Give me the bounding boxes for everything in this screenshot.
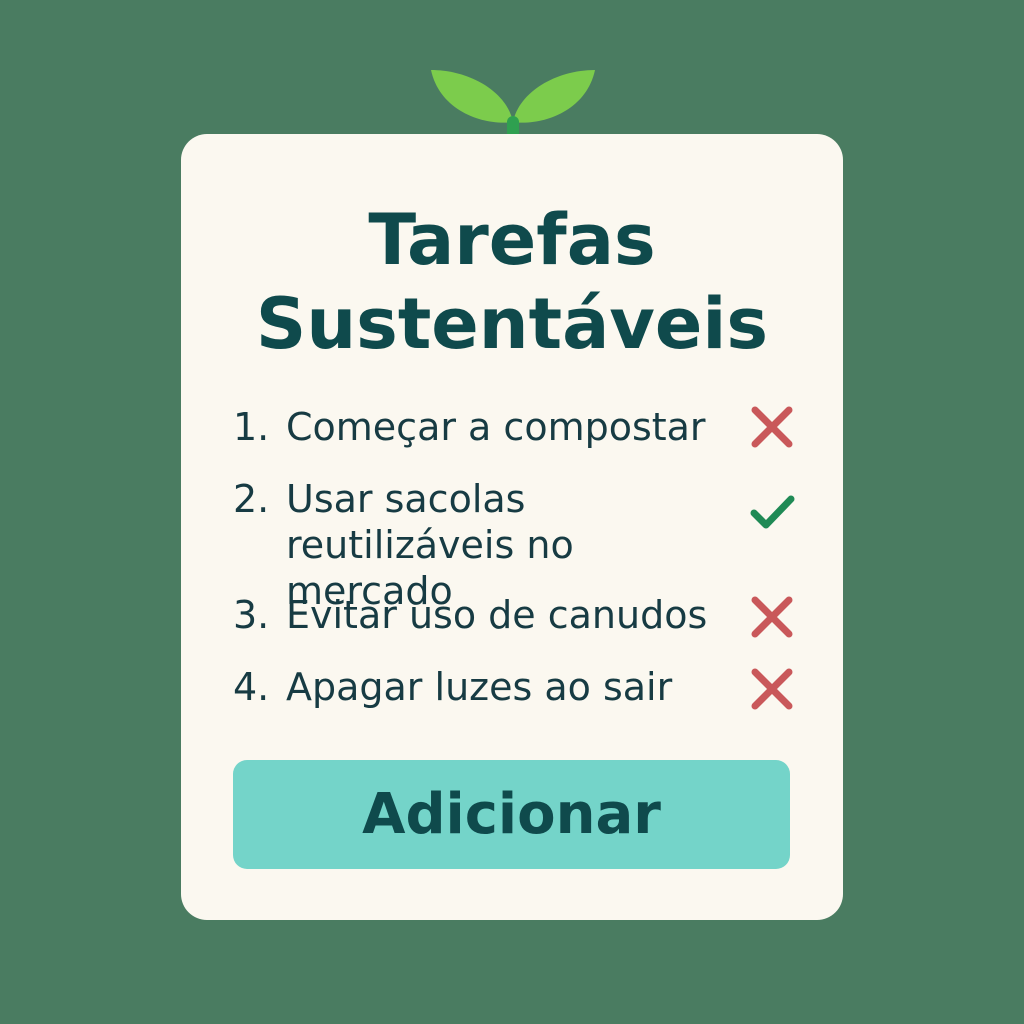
task-number: 1. — [233, 405, 270, 449]
task-label: Evitar uso de canudos — [286, 593, 708, 637]
task-number: 2. — [233, 477, 270, 521]
task-number: 4. — [233, 665, 270, 709]
task-card: Tarefas Sustentáveis 1. Começar a compos… — [181, 134, 843, 920]
x-icon[interactable] — [747, 402, 797, 452]
add-button[interactable]: Adicionar — [233, 760, 790, 869]
title-line-1: Tarefas — [368, 199, 656, 281]
task-number: 3. — [233, 593, 270, 637]
x-icon[interactable] — [747, 664, 797, 714]
task-label: Começar a compostar — [286, 405, 706, 449]
check-icon[interactable] — [747, 486, 797, 536]
task-label: Apagar luzes ao sair — [286, 665, 673, 709]
title-line-2: Sustentáveis — [255, 283, 769, 365]
page-title: Tarefas Sustentáveis — [181, 198, 843, 366]
x-icon[interactable] — [747, 592, 797, 642]
